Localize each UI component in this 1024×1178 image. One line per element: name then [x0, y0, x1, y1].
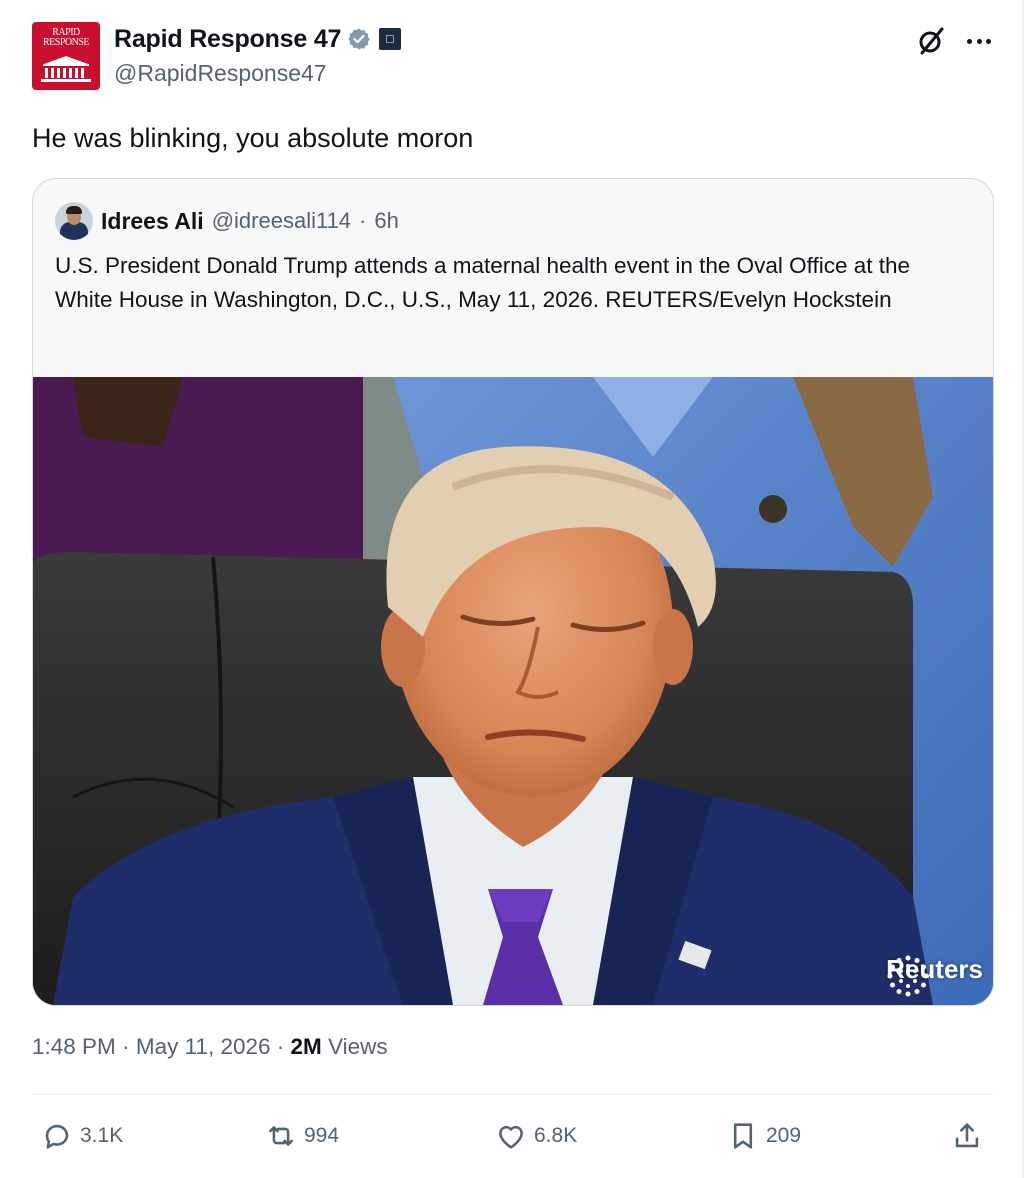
like-count: 6.8K	[534, 1124, 578, 1147]
quoted-tweet-age: 6h	[374, 208, 399, 233]
views-count: 2M	[290, 1034, 322, 1059]
share-button[interactable]	[950, 1110, 984, 1162]
quoted-separator: ·	[359, 208, 367, 233]
bookmark-button[interactable]: 209	[726, 1110, 801, 1162]
author-display-name[interactable]: Rapid Response 47	[114, 25, 341, 54]
share-icon	[955, 1123, 979, 1148]
quoted-author-name: Idrees Ali	[101, 207, 204, 234]
repost-button[interactable]: 994	[264, 1110, 339, 1162]
bookmark-icon	[733, 1123, 753, 1149]
reply-count: 3.1K	[80, 1124, 124, 1147]
author-avatar[interactable]: RAPID RESPONSE	[32, 22, 100, 90]
verified-badge-icon[interactable]	[347, 27, 371, 51]
tweet-text: He was blinking, you absolute moron	[32, 123, 474, 153]
photo-illustration	[33, 377, 993, 1005]
quoted-author-handle: @idreesali114	[211, 208, 352, 233]
tweet-time[interactable]: 1:48 PM	[32, 1034, 116, 1059]
avatar-logo-text-2: RESPONSE	[42, 37, 90, 48]
more-icon[interactable]	[964, 26, 994, 56]
quoted-tweet-header: Idrees Ali @idreesali114 · 6h	[55, 201, 399, 241]
meta-separator-2: ·	[276, 1034, 285, 1059]
tweet-date[interactable]: May 11, 2026	[136, 1034, 271, 1059]
grok-icon[interactable]	[916, 26, 946, 56]
quoted-tweet[interactable]: Idrees Ali @idreesali114 · 6h U.S. Presi…	[32, 178, 994, 1006]
tweet-meta: 1:48 PM · May 11, 2026 · 2M Views	[32, 1034, 388, 1060]
reuters-logo-icon	[887, 955, 929, 997]
reuters-watermark: Reuters	[886, 954, 983, 997]
views-label: Views	[328, 1034, 388, 1059]
affiliate-badge-icon[interactable]	[379, 28, 402, 50]
repost-count: 994	[304, 1124, 340, 1147]
quoted-author-avatar	[55, 202, 93, 240]
repost-icon	[269, 1126, 293, 1146]
like-icon	[499, 1125, 523, 1149]
quoted-tweet-text: U.S. President Donald Trump attends a ma…	[55, 253, 911, 312]
white-house-logo-icon	[41, 56, 91, 82]
reply-button[interactable]: 3.1K	[40, 1110, 123, 1162]
reply-icon	[45, 1124, 69, 1149]
tweet-header: RAPID RESPONSE Rapid Response 47 @RapidR…	[32, 20, 994, 92]
meta-separator-1: ·	[122, 1034, 130, 1059]
divider	[32, 1094, 994, 1095]
author-handle[interactable]: @RapidResponse47	[114, 60, 327, 87]
bookmark-count: 209	[766, 1124, 802, 1147]
like-button[interactable]: 6.8K	[494, 1110, 577, 1162]
quoted-tweet-photo[interactable]: Reuters	[33, 377, 993, 1005]
author-name-row: Rapid Response 47	[114, 22, 402, 56]
action-bar: 3.1K 994 6.8K 209	[32, 1110, 994, 1162]
